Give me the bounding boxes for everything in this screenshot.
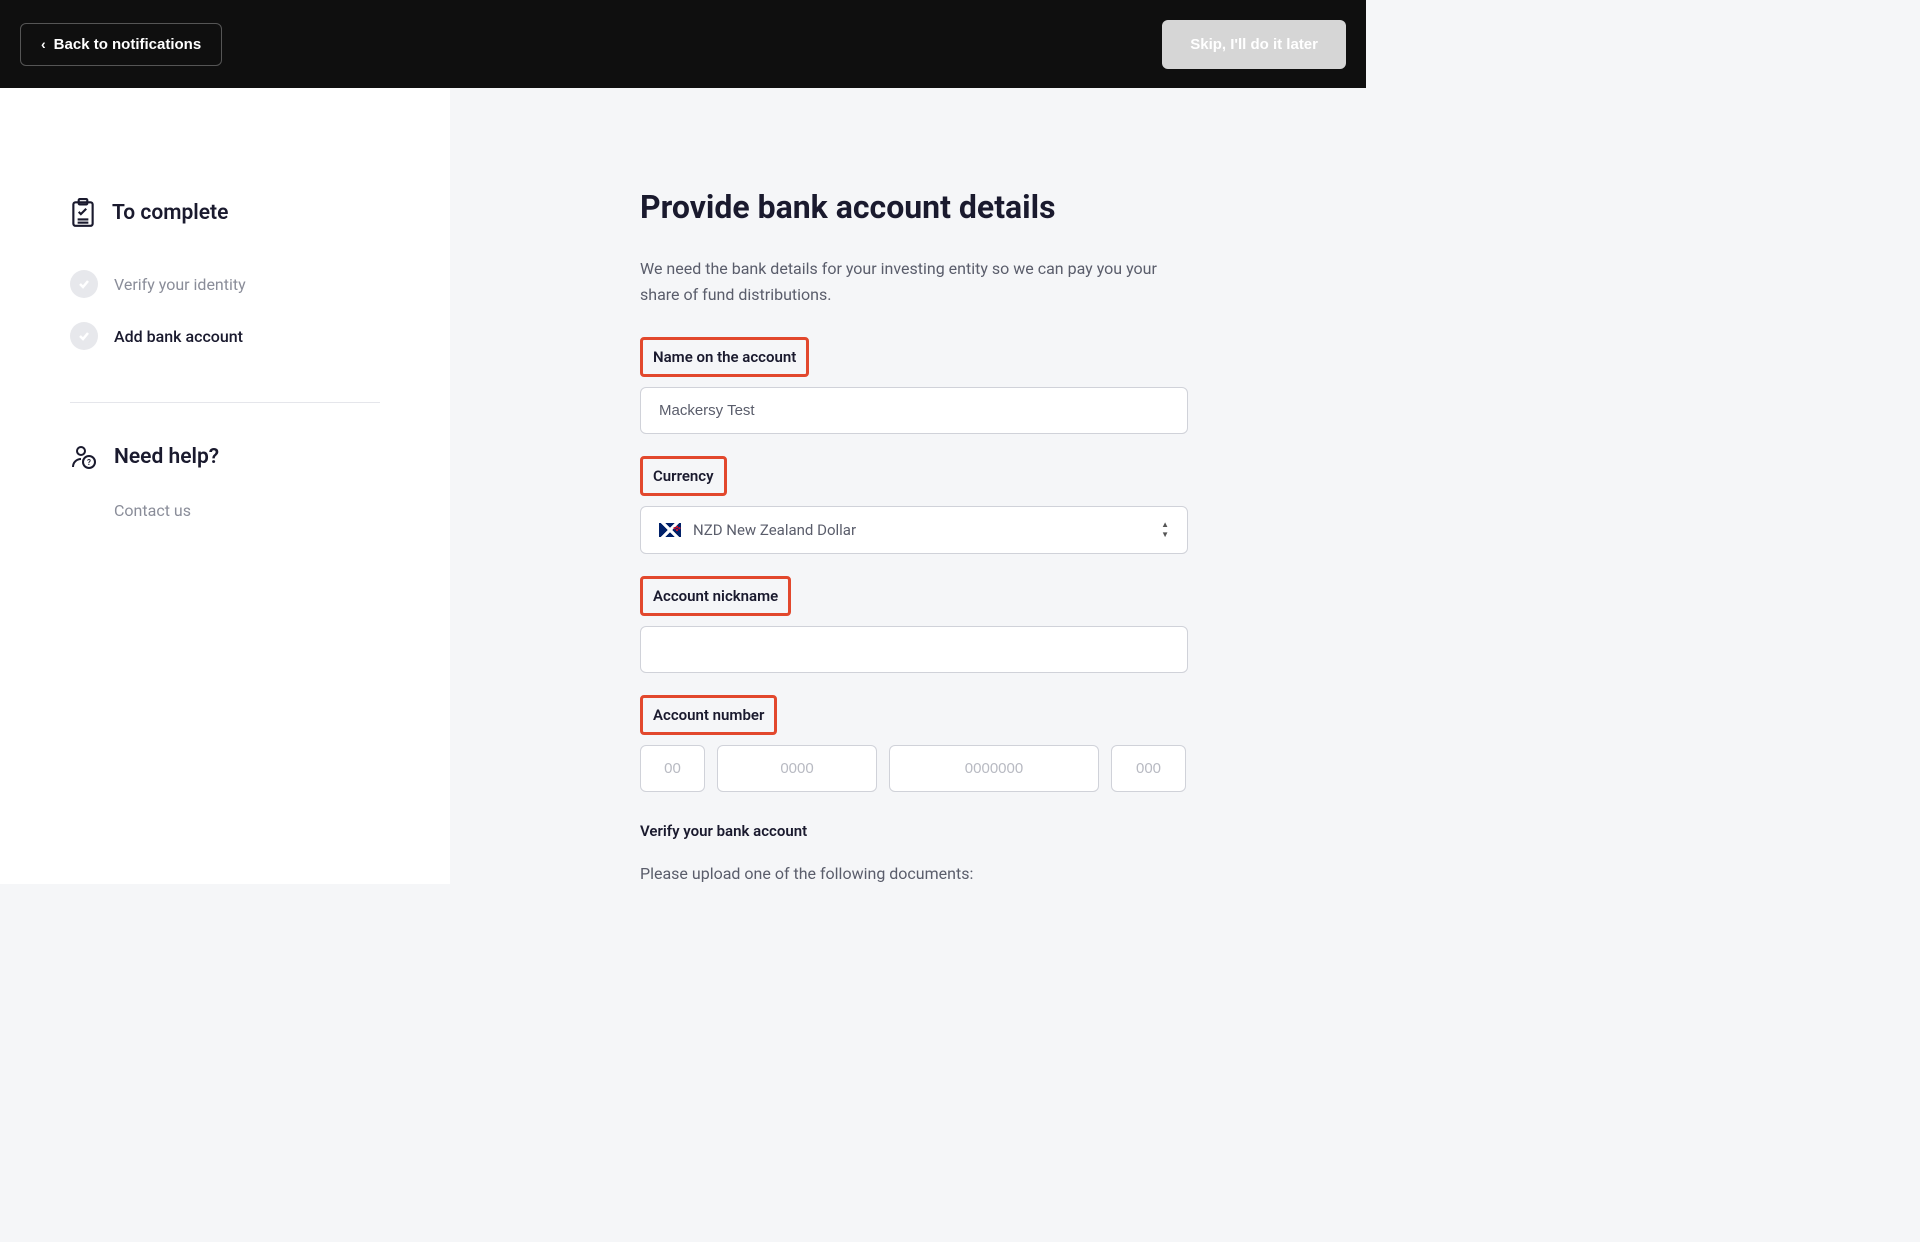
verify-heading: Verify your bank account bbox=[640, 822, 1200, 840]
name-input[interactable] bbox=[640, 387, 1188, 434]
step-label: Add bank account bbox=[114, 327, 243, 346]
currency-field-group: Currency NZD New Zealand Dollar ▲▼ bbox=[640, 456, 1200, 554]
skip-button[interactable]: Skip, I'll do it later bbox=[1162, 20, 1346, 69]
nz-flag-icon bbox=[659, 523, 681, 537]
name-label: Name on the account bbox=[640, 337, 809, 377]
chevron-left-icon: ‹ bbox=[41, 36, 46, 52]
step-label: Verify your identity bbox=[114, 275, 246, 294]
contact-us-link[interactable]: Contact us bbox=[70, 501, 380, 520]
check-circle-icon bbox=[70, 322, 98, 350]
need-help-heading: ? Need help? bbox=[70, 443, 380, 471]
account-branch-input[interactable] bbox=[717, 745, 877, 792]
help-person-icon: ? bbox=[70, 443, 98, 471]
clipboard-icon bbox=[70, 198, 96, 228]
currency-label: Currency bbox=[640, 456, 727, 496]
nickname-input[interactable] bbox=[640, 626, 1188, 673]
divider bbox=[70, 402, 380, 403]
account-number-label: Account number bbox=[640, 695, 777, 735]
need-help-label: Need help? bbox=[114, 445, 219, 469]
back-button-label: Back to notifications bbox=[54, 36, 202, 53]
step-verify-identity[interactable]: Verify your identity bbox=[70, 258, 380, 310]
upload-instructions: Please upload one of the following docum… bbox=[640, 864, 1200, 883]
name-field-group: Name on the account bbox=[640, 337, 1200, 434]
contact-us-label: Contact us bbox=[114, 501, 191, 520]
check-circle-icon bbox=[70, 270, 98, 298]
currency-select-value: NZD New Zealand Dollar bbox=[659, 521, 856, 539]
svg-text:?: ? bbox=[87, 458, 91, 467]
account-suffix-input[interactable] bbox=[1111, 745, 1186, 792]
account-bank-input[interactable] bbox=[640, 745, 705, 792]
need-help-section: ? Need help? Contact us bbox=[70, 443, 380, 520]
step-add-bank-account[interactable]: Add bank account bbox=[70, 310, 380, 362]
account-base-input[interactable] bbox=[889, 745, 1099, 792]
nickname-label: Account nickname bbox=[640, 576, 791, 616]
sidebar: To complete Verify your identity Add ban… bbox=[0, 88, 450, 884]
currency-select[interactable]: NZD New Zealand Dollar ▲▼ bbox=[640, 506, 1188, 554]
nickname-field-group: Account nickname bbox=[640, 576, 1200, 673]
page-description: We need the bank details for your invest… bbox=[640, 256, 1200, 307]
page-title: Provide bank account details bbox=[640, 188, 1200, 226]
currency-text: NZD New Zealand Dollar bbox=[693, 521, 856, 539]
select-arrows-icon: ▲▼ bbox=[1161, 521, 1169, 539]
top-bar: ‹ Back to notifications Skip, I'll do it… bbox=[0, 0, 1366, 88]
to-complete-label: To complete bbox=[112, 201, 228, 225]
bank-details-form: Provide bank account details We need the… bbox=[640, 188, 1200, 883]
to-complete-heading: To complete bbox=[70, 198, 380, 228]
skip-button-label: Skip, I'll do it later bbox=[1190, 36, 1318, 53]
account-number-row bbox=[640, 745, 1200, 792]
back-button[interactable]: ‹ Back to notifications bbox=[20, 23, 222, 66]
to-complete-section: To complete Verify your identity Add ban… bbox=[70, 198, 380, 362]
account-number-field-group: Account number bbox=[640, 695, 1200, 792]
layout: To complete Verify your identity Add ban… bbox=[0, 88, 1366, 884]
main-content: Provide bank account details We need the… bbox=[450, 88, 1366, 884]
